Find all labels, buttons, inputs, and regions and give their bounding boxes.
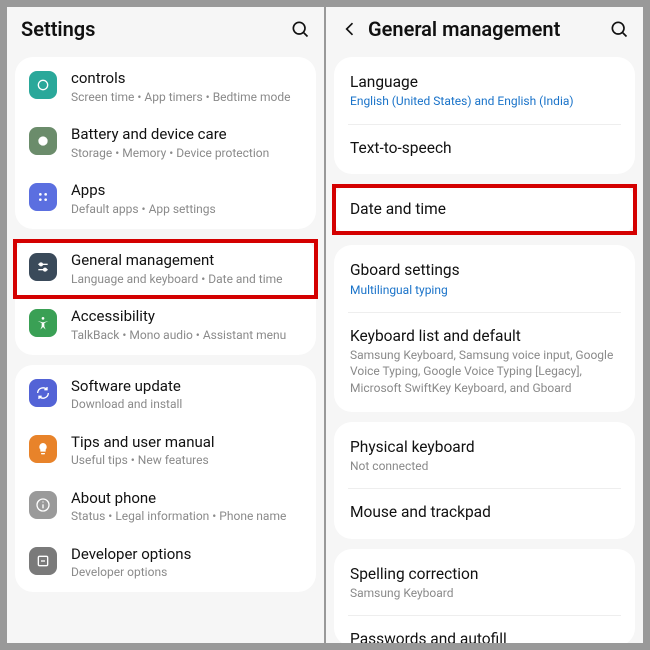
row-subtitle: Samsung Keyboard, Samsung voice input, G… bbox=[350, 347, 619, 396]
dev-icon bbox=[29, 547, 57, 575]
row-label: Keyboard list and default bbox=[350, 327, 619, 346]
row-subtitle: Screen time • App timers • Bedtime mode bbox=[71, 89, 302, 105]
row-label: Tips and user manual bbox=[71, 433, 302, 452]
gm-card: Gboard settings Multilingual typing Keyboa… bbox=[334, 245, 635, 412]
row-label: About phone bbox=[71, 489, 302, 508]
info-icon bbox=[29, 491, 57, 519]
row-label: Battery and device care bbox=[71, 125, 302, 144]
settings-row[interactable]: controlsScreen time • App timers • Bedti… bbox=[15, 59, 316, 115]
gm-card: LanguageEnglish (United States) and Engl… bbox=[334, 57, 635, 174]
row-label: Developer options bbox=[71, 545, 302, 564]
search-icon[interactable] bbox=[609, 19, 629, 39]
row-label: Mouse and trackpad bbox=[350, 503, 619, 522]
settings-row[interactable]: Battery and device careStorage • Memory … bbox=[15, 115, 316, 171]
row-label: Language bbox=[350, 73, 619, 92]
settings-row[interactable]: General managementLanguage and keyboard … bbox=[15, 241, 316, 297]
gm-row[interactable]: Keyboard list and defaultSamsung Keyboar… bbox=[334, 313, 635, 410]
row-subtitle: Not connected bbox=[350, 458, 619, 474]
accessibility-icon bbox=[29, 309, 57, 337]
row-label: General management bbox=[71, 251, 302, 270]
row-subtitle: Language and keyboard • Date and time bbox=[71, 271, 302, 287]
search-icon[interactable] bbox=[290, 19, 310, 39]
gm-card: Date and time bbox=[334, 184, 635, 235]
settings-card: controlsScreen time • App timers • Bedti… bbox=[15, 57, 316, 229]
row-subtitle: TalkBack • Mono audio • Assistant menu bbox=[71, 327, 302, 343]
settings-card: Software updateDownload and installTips … bbox=[15, 365, 316, 593]
sliders-icon bbox=[29, 253, 57, 281]
gm-row[interactable]: Text-to-speech bbox=[334, 125, 635, 172]
row-label: Text-to-speech bbox=[350, 139, 619, 158]
row-label: Date and time bbox=[350, 200, 619, 219]
settings-panel: Settings controlsScreen time • App timer… bbox=[7, 7, 324, 643]
row-subtitle: Developer options bbox=[71, 564, 302, 580]
row-label: Spelling correction bbox=[350, 565, 619, 584]
row-subtitle: Multilingual typing bbox=[350, 282, 619, 298]
gm-row[interactable]: Date and time bbox=[334, 186, 635, 233]
gm-card: Physical keyboardNot connected Mouse and … bbox=[334, 422, 635, 539]
settings-row[interactable]: Developer optionsDeveloper options bbox=[15, 535, 316, 591]
row-subtitle: Samsung Keyboard bbox=[350, 585, 619, 601]
settings-row[interactable]: Tips and user manualUseful tips • New fe… bbox=[15, 423, 316, 479]
settings-header: Settings bbox=[7, 7, 324, 47]
back-icon[interactable] bbox=[340, 19, 360, 39]
row-subtitle: English (United States) and English (Ind… bbox=[350, 93, 619, 109]
row-subtitle: Default apps • App settings bbox=[71, 201, 302, 217]
tips-icon bbox=[29, 435, 57, 463]
settings-row[interactable]: AccessibilityTalkBack • Mono audio • Ass… bbox=[15, 297, 316, 353]
row-label: Apps bbox=[71, 181, 302, 200]
settings-list[interactable]: controlsScreen time • App timers • Bedti… bbox=[7, 47, 324, 602]
settings-title: Settings bbox=[21, 17, 282, 41]
gm-row[interactable]: Gboard settings Multilingual typing bbox=[334, 247, 635, 312]
row-label: Gboard settings bbox=[350, 261, 619, 280]
settings-row[interactable]: About phoneStatus • Legal information • … bbox=[15, 479, 316, 535]
apps-icon bbox=[29, 183, 57, 211]
gm-card: Spelling correctionSamsung Keyboard Passw… bbox=[334, 549, 635, 643]
row-label: controls bbox=[71, 69, 302, 88]
gm-row[interactable]: Physical keyboardNot connected bbox=[334, 424, 635, 489]
gm-row[interactable]: Passwords and autofill bbox=[334, 616, 635, 643]
row-subtitle: Download and install bbox=[71, 396, 302, 412]
gm-title: General management bbox=[368, 17, 601, 41]
update-icon bbox=[29, 379, 57, 407]
settings-row[interactable]: Software updateDownload and install bbox=[15, 367, 316, 423]
settings-card: General managementLanguage and keyboard … bbox=[15, 239, 316, 355]
row-subtitle: Storage • Memory • Device protection bbox=[71, 145, 302, 161]
general-management-panel: General management LanguageEnglish (Unit… bbox=[326, 7, 643, 643]
row-label: Physical keyboard bbox=[350, 438, 619, 457]
circle-icon bbox=[29, 71, 57, 99]
row-subtitle: Useful tips • New features bbox=[71, 452, 302, 468]
row-label: Accessibility bbox=[71, 307, 302, 326]
row-label: Software update bbox=[71, 377, 302, 396]
gm-header: General management bbox=[326, 7, 643, 47]
gm-row[interactable]: Mouse and trackpad bbox=[334, 489, 635, 536]
settings-row[interactable]: AppsDefault apps • App settings bbox=[15, 171, 316, 227]
row-label: Passwords and autofill bbox=[350, 630, 619, 643]
gm-row[interactable]: LanguageEnglish (United States) and Engl… bbox=[334, 59, 635, 124]
row-subtitle: Status • Legal information • Phone name bbox=[71, 508, 302, 524]
gm-list[interactable]: LanguageEnglish (United States) and Engl… bbox=[326, 47, 643, 643]
battery-icon bbox=[29, 127, 57, 155]
gm-row[interactable]: Spelling correctionSamsung Keyboard bbox=[334, 551, 635, 616]
